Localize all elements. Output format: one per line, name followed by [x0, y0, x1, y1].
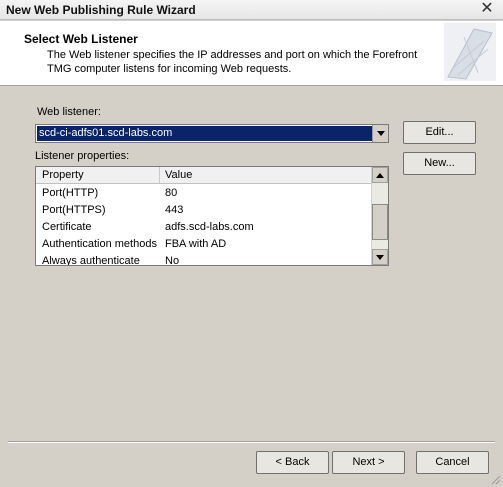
table-row[interactable]: Port(HTTP) 80	[36, 185, 372, 202]
web-listener-label: Web listener:	[37, 106, 101, 118]
new-button[interactable]: New...	[403, 152, 476, 175]
web-listener-selected-value: scd-ci-adfs01.scd-labs.com	[37, 126, 372, 141]
vertical-scrollbar[interactable]	[371, 167, 388, 265]
value-cell: adfs.scd-labs.com	[165, 221, 254, 233]
property-cell: Authentication methods	[42, 238, 157, 250]
page-title: Select Web Listener	[24, 32, 138, 46]
property-cell: Certificate	[42, 221, 92, 233]
scroll-thumb[interactable]	[372, 204, 388, 240]
cancel-button[interactable]: Cancel	[416, 451, 489, 474]
wizard-header: Select Web Listener The Web listener spe…	[0, 21, 503, 86]
back-button[interactable]: < Back	[256, 451, 329, 474]
title-bar: New Web Publishing Rule Wizard ✕	[0, 0, 503, 20]
scroll-up-icon[interactable]	[372, 167, 388, 183]
column-header-value[interactable]: Value	[160, 167, 192, 184]
footer-divider	[8, 441, 495, 443]
scroll-down-icon[interactable]	[372, 249, 388, 265]
value-cell: 80	[165, 187, 178, 199]
table-row[interactable]: Always authenticate No	[36, 253, 372, 266]
web-listener-select[interactable]: scd-ci-adfs01.scd-labs.com	[35, 124, 389, 143]
column-header-property[interactable]: Property	[36, 167, 160, 184]
wizard-banner-icon	[444, 23, 496, 81]
value-cell: 443	[165, 204, 184, 216]
close-icon[interactable]: ✕	[472, 0, 502, 18]
property-cell: Always authenticate	[42, 255, 140, 266]
chevron-down-icon[interactable]	[372, 125, 388, 142]
property-cell: Port(HTTPS)	[42, 204, 106, 216]
property-cell: Port(HTTP)	[42, 187, 99, 199]
table-row[interactable]: Certificate adfs.scd-labs.com	[36, 219, 372, 236]
window-title: New Web Publishing Rule Wizard	[6, 3, 196, 17]
edit-button[interactable]: Edit...	[403, 121, 476, 144]
value-cell: FBA with AD	[165, 238, 227, 250]
table-header: Property Value	[36, 167, 372, 184]
table-row[interactable]: Authentication methods FBA with AD	[36, 236, 372, 253]
page-description: The Web listener specifies the IP addres…	[47, 49, 418, 75]
value-cell: No	[165, 255, 180, 266]
listener-properties-list[interactable]: Property Value Port(HTTP) 80 Port(HTTPS)…	[35, 166, 389, 266]
next-button[interactable]: Next >	[332, 451, 405, 474]
listener-properties-label: Listener properties:	[35, 150, 130, 162]
table-row[interactable]: Port(HTTPS) 443	[36, 202, 372, 219]
resize-grip-icon[interactable]	[489, 473, 501, 485]
